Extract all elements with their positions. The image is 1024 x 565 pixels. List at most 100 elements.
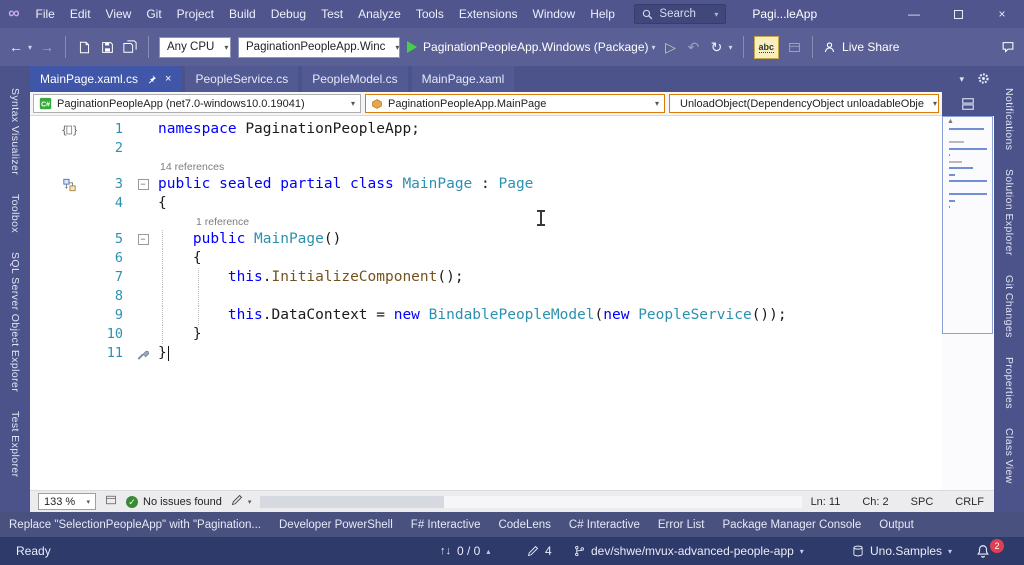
gear-icon[interactable] bbox=[977, 72, 990, 87]
codelens-references-link[interactable]: 1 reference bbox=[196, 214, 249, 231]
code-line-4[interactable]: 4{ bbox=[30, 194, 942, 213]
code-text[interactable]: namespace PaginationPeopleApp; bbox=[158, 120, 942, 139]
code-text[interactable]: public MainPage() bbox=[158, 230, 942, 249]
tool-tab-properties[interactable]: Properties bbox=[1003, 357, 1015, 409]
navigate-back-button[interactable]: ← bbox=[8, 36, 24, 58]
menu-git[interactable]: Git bbox=[139, 0, 169, 28]
start-without-debugging-button[interactable]: ▷ bbox=[663, 36, 679, 58]
tab-list-chevron-icon[interactable]: ▾ bbox=[959, 74, 964, 85]
tab-peoplemodel-cs[interactable]: PeopleModel.cs bbox=[302, 66, 408, 92]
fold-margin[interactable] bbox=[128, 268, 158, 287]
code-text[interactable]: } bbox=[158, 344, 942, 363]
minimap[interactable]: ▲ bbox=[942, 116, 994, 490]
panel-tab-output[interactable]: Output bbox=[879, 519, 914, 531]
tool-tab-test-explorer[interactable]: Test Explorer bbox=[9, 411, 21, 477]
document-health-indicator[interactable]: ✓ No issues found bbox=[126, 495, 222, 508]
fold-margin[interactable]: − bbox=[128, 175, 158, 194]
breakpoint-gutter[interactable] bbox=[30, 325, 80, 344]
undo-button[interactable]: ↶ bbox=[686, 36, 702, 58]
scrollbar-thumb[interactable] bbox=[260, 495, 445, 508]
breakpoint-gutter[interactable] bbox=[30, 287, 80, 306]
code-line-1[interactable]: {} 1 namespace PaginationPeopleApp; bbox=[30, 120, 942, 139]
save-button[interactable] bbox=[99, 36, 115, 58]
startup-project-dropdown[interactable]: PaginationPeopleApp.Winc ▾ bbox=[238, 36, 401, 58]
tool-tab-syntax-visualizer[interactable]: Syntax Visualizer bbox=[9, 88, 21, 175]
code-line-7[interactable]: 7 this.InitializeComponent(); bbox=[30, 268, 942, 287]
solution-platform-dropdown[interactable]: Any CPU ▾ bbox=[159, 36, 232, 58]
type-dropdown[interactable]: PaginationPeopleApp.MainPage ▾ bbox=[365, 94, 665, 113]
panel-tab-codelens[interactable]: CodeLens bbox=[498, 519, 550, 531]
repository-selector[interactable]: Uno.Samples ▾ bbox=[852, 537, 952, 565]
codelens-text-cell[interactable]: 14 references bbox=[158, 158, 942, 175]
panel-tab-replace-selectionpeopleapp-wit[interactable]: Replace "SelectionPeopleApp" with "Pagin… bbox=[9, 519, 261, 531]
menu-help[interactable]: Help bbox=[583, 0, 623, 28]
panel-tab-error-list[interactable]: Error List bbox=[658, 519, 705, 531]
horizontal-scrollbar[interactable] bbox=[260, 495, 802, 508]
spaces-indicator[interactable]: SPC bbox=[911, 496, 934, 508]
fold-margin[interactable] bbox=[128, 158, 158, 175]
fold-margin[interactable] bbox=[128, 249, 158, 268]
tab-mainpage-xaml[interactable]: MainPage.xaml bbox=[411, 66, 515, 92]
scroll-up-icon[interactable]: ▲ bbox=[947, 118, 954, 125]
tool-tab-solution-explorer[interactable]: Solution Explorer bbox=[1003, 169, 1015, 256]
code-text[interactable]: { bbox=[158, 249, 942, 268]
tab-peopleservice-cs[interactable]: PeopleService.cs bbox=[185, 66, 299, 92]
column-indicator[interactable]: Ch: 2 bbox=[862, 496, 888, 508]
tool-tab-sql-server-object-explorer[interactable]: SQL Server Object Explorer bbox=[9, 252, 21, 392]
hot-reload-chevron-icon[interactable]: ▾ bbox=[729, 43, 733, 52]
tool-tab-git-changes[interactable]: Git Changes bbox=[1003, 275, 1015, 338]
code-line-3[interactable]: 3 − public sealed partial class MainPage :… bbox=[30, 175, 942, 194]
code-text[interactable]: public sealed partial class MainPage : P… bbox=[158, 175, 942, 194]
code-text[interactable]: { bbox=[158, 194, 942, 213]
menu-tools[interactable]: Tools bbox=[408, 0, 451, 28]
codelens-text-cell[interactable]: 1 reference bbox=[158, 213, 942, 230]
code-line-10[interactable]: 10 } bbox=[30, 325, 942, 344]
fold-margin[interactable] bbox=[128, 306, 158, 325]
code-text[interactable]: } bbox=[158, 325, 942, 344]
menu-test[interactable]: Test bbox=[314, 0, 351, 28]
tool-tab-class-view[interactable]: Class View bbox=[1003, 428, 1015, 484]
hot-reload-button[interactable]: ↻ bbox=[709, 36, 725, 58]
tab-mainpage-xaml-cs[interactable]: MainPage.xaml.cs × bbox=[30, 66, 182, 92]
preview-changes-button[interactable] bbox=[786, 36, 802, 58]
search-input[interactable]: Search ▾ bbox=[634, 4, 727, 24]
notifications-button[interactable]: 2 bbox=[976, 537, 1010, 565]
fold-margin[interactable] bbox=[128, 213, 158, 230]
codelens-references-link[interactable]: 14 references bbox=[160, 159, 224, 176]
navigate-forward-button[interactable]: → bbox=[39, 36, 55, 58]
code-line-5[interactable]: 5 − public MainPage() bbox=[30, 230, 942, 249]
breakpoint-gutter[interactable] bbox=[30, 344, 80, 363]
panel-tab-c#-interactive[interactable]: C# Interactive bbox=[569, 519, 640, 531]
breakpoint-gutter[interactable] bbox=[30, 213, 80, 230]
fold-margin[interactable] bbox=[128, 194, 158, 213]
breakpoint-gutter[interactable] bbox=[30, 158, 80, 175]
chevron-down-icon[interactable]: ▾ bbox=[714, 10, 718, 19]
zoom-dropdown[interactable]: 133 % ▾ bbox=[38, 493, 96, 510]
breakpoint-gutter[interactable] bbox=[30, 306, 80, 325]
start-debugging-button[interactable]: PaginationPeopleApp.Windows (Package) ▾ bbox=[407, 40, 656, 54]
code-line-9[interactable]: 9 this.DataContext = new BindablePeopleM… bbox=[30, 306, 942, 325]
fold-margin[interactable]: − bbox=[128, 230, 158, 249]
breakpoint-gutter[interactable] bbox=[30, 249, 80, 268]
branch-selector[interactable]: dev/shwe/mvux-advanced-people-app ▾ bbox=[574, 537, 804, 565]
code-text[interactable]: this.InitializeComponent(); bbox=[158, 268, 942, 287]
tool-tab-toolbox[interactable]: Toolbox bbox=[9, 194, 21, 233]
menu-debug[interactable]: Debug bbox=[263, 0, 313, 28]
fold-margin[interactable] bbox=[128, 287, 158, 306]
tool-tab-notifications[interactable]: Notifications bbox=[1003, 88, 1015, 150]
codelens-row[interactable]: 14 references bbox=[30, 158, 942, 175]
code-line-6[interactable]: 6 { bbox=[30, 249, 942, 268]
menu-analyze[interactable]: Analyze bbox=[351, 0, 409, 28]
navigate-back-chevron-icon[interactable]: ▾ bbox=[28, 43, 32, 52]
menu-project[interactable]: Project bbox=[169, 0, 221, 28]
pane-icon[interactable] bbox=[105, 494, 117, 509]
send-feedback-button[interactable] bbox=[1000, 36, 1016, 58]
pin-icon[interactable] bbox=[146, 74, 157, 85]
code-text[interactable] bbox=[158, 139, 942, 158]
fold-margin[interactable] bbox=[128, 120, 158, 139]
code-cleanup-icon[interactable] bbox=[231, 494, 243, 509]
menu-build[interactable]: Build bbox=[222, 0, 264, 28]
code-line-8[interactable]: 8 bbox=[30, 287, 942, 306]
quick-actions-icon[interactable] bbox=[128, 344, 158, 363]
namespace-gutter-icon[interactable]: {} bbox=[30, 120, 80, 139]
